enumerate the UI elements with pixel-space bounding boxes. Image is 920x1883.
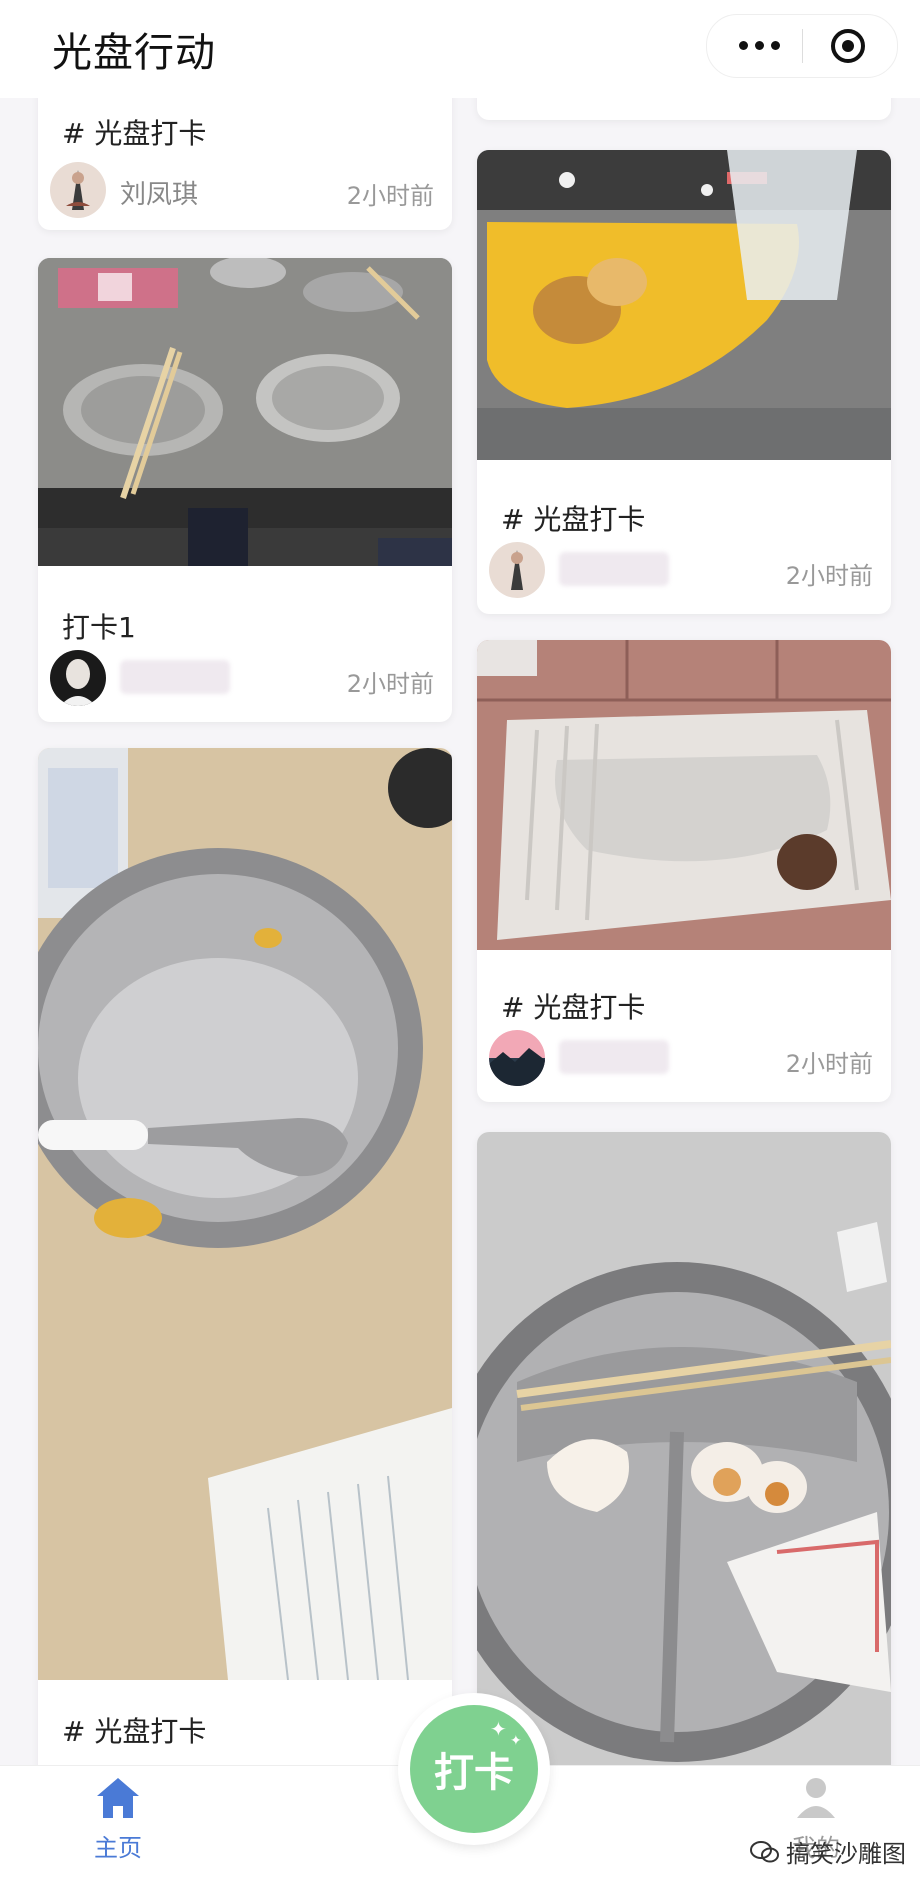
post-photo <box>38 258 452 566</box>
post-author-blurred <box>559 552 669 586</box>
watermark: 搞笑沙雕图 <box>750 1834 906 1869</box>
post-caption: # 光盘打卡 <box>501 503 646 536</box>
top-nav-bar: 光盘行动 <box>0 0 920 98</box>
post-time: 2小时前 <box>785 1050 873 1078</box>
post-photo <box>477 640 891 950</box>
post-caption: 打卡1 <box>62 611 136 644</box>
post-card[interactable]: # 光盘打卡 <box>38 748 452 1766</box>
post-photo <box>477 150 891 460</box>
post-feed: # 光盘打卡 刘凤琪 2小时前 打卡1 2小时前 # 光盘打卡 2小时前 # 光… <box>0 98 920 1766</box>
post-caption: # 光盘打卡 <box>62 117 207 150</box>
wechat-icon <box>750 1840 779 1862</box>
post-time: 2小时前 <box>346 182 434 210</box>
post-author-blurred <box>559 1040 669 1074</box>
user-icon <box>797 1778 835 1818</box>
watermark-text: 搞笑沙雕图 <box>786 1840 906 1868</box>
checkin-label: 打卡 <box>434 1750 514 1796</box>
post-caption: # 光盘打卡 <box>62 1715 207 1748</box>
sparkle-icon: ✦ <box>490 1717 507 1741</box>
more-options-icon[interactable] <box>735 33 783 57</box>
post-time: 2小时前 <box>346 670 434 698</box>
home-icon <box>97 1778 139 1818</box>
capsule-divider <box>802 29 803 63</box>
post-card[interactable]: 打卡1 2小时前 <box>38 258 452 722</box>
post-card[interactable]: # 光盘打卡 刘凤琪 2小时前 <box>38 98 452 230</box>
avatar <box>50 650 106 706</box>
post-caption: # 光盘打卡 <box>501 991 646 1024</box>
post-card[interactable] <box>477 98 891 120</box>
avatar <box>489 1030 545 1086</box>
post-card[interactable]: # 光盘打卡 2小时前 <box>477 640 891 1102</box>
avatar <box>50 162 106 218</box>
post-photo <box>38 748 452 1680</box>
post-photo <box>477 1132 891 1766</box>
mini-program-capsule <box>706 14 898 78</box>
tab-home[interactable]: 主页 <box>58 1776 178 1863</box>
tab-home-label: 主页 <box>94 1834 142 1862</box>
sparkle-icon: ✦ <box>510 1733 522 1749</box>
post-author-blurred <box>120 660 230 694</box>
app-title: 光盘行动 <box>52 30 216 76</box>
checkin-button[interactable]: 打卡 ✦ ✦ <box>400 1695 548 1843</box>
post-card[interactable]: # 光盘打卡 2小时前 <box>477 150 891 614</box>
avatar <box>489 542 545 598</box>
post-time: 2小时前 <box>785 562 873 590</box>
close-target-icon[interactable] <box>829 27 867 65</box>
post-author: 刘凤琪 <box>120 180 199 210</box>
post-card[interactable] <box>477 1132 891 1766</box>
